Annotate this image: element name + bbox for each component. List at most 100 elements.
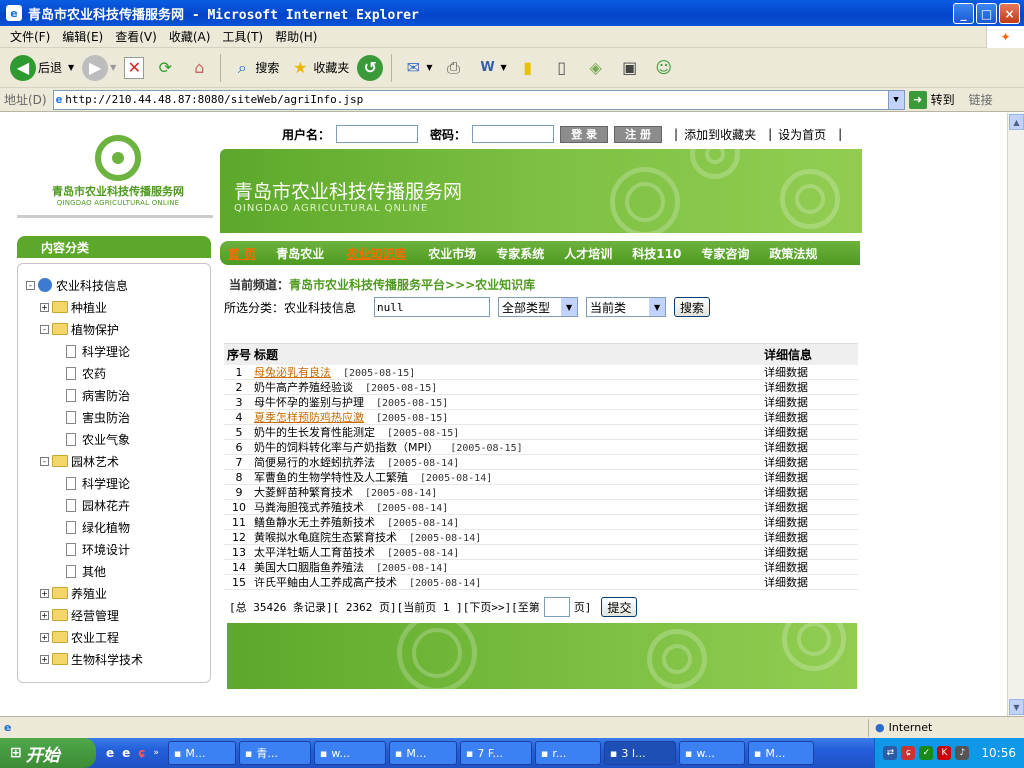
detail-link[interactable]: 详细数据 — [764, 454, 858, 470]
tree-node[interactable]: - 农业科技信息 — [26, 274, 206, 296]
go-button[interactable]: 转到 — [931, 91, 955, 108]
set-homepage-link[interactable]: 设为首页 — [778, 126, 826, 143]
password-input[interactable] — [472, 125, 555, 143]
page-number-input[interactable] — [543, 597, 570, 617]
discuss-button[interactable]: ▮ — [511, 51, 545, 85]
edit-dropdown-icon[interactable]: ▼ — [501, 63, 507, 72]
tree-node[interactable]: - 植物保护 — [26, 318, 206, 340]
article-title-link[interactable]: 太平洋牡蛎人工育苗技术 — [254, 546, 375, 559]
pagination-summary[interactable]: [总 35426 条记录][ 2362 页][当前页 1 ][下页>>][至第 — [229, 599, 540, 615]
tree-node[interactable]: 病害防治 — [26, 384, 206, 406]
tree-node[interactable]: 科学理论 — [26, 472, 206, 494]
nav-item[interactable]: 青岛农业 — [276, 245, 324, 262]
extension-button[interactable]: ▣ — [613, 51, 647, 85]
detail-link[interactable]: 详细数据 — [764, 514, 858, 530]
detail-link[interactable]: 详细数据 — [764, 439, 858, 455]
collapse-icon[interactable]: - — [40, 324, 49, 334]
nav-item[interactable]: 专家系统 — [496, 245, 544, 262]
page-submit-button[interactable]: 提交 — [601, 597, 638, 617]
article-title-link[interactable]: 军曹鱼的生物学特性及人工繁殖 — [254, 471, 408, 484]
mail-button[interactable]: ✉ ▼ — [396, 51, 436, 85]
expand-icon[interactable]: + — [40, 302, 49, 312]
detail-link[interactable]: 详细数据 — [764, 394, 858, 410]
breadcrumb-path[interactable]: 青岛市农业科技传播服务平台>>>农业知识库 — [289, 278, 535, 292]
search-submit-button[interactable]: 搜索 — [674, 297, 711, 317]
expand-icon[interactable]: + — [40, 632, 49, 642]
forward-dropdown-icon[interactable]: ▼ — [110, 63, 116, 72]
detail-link[interactable]: 详细数据 — [764, 424, 858, 440]
tree-node[interactable]: + 生物科学技术 — [26, 648, 206, 670]
taskbar-button[interactable]: ▪ M... — [388, 741, 457, 765]
article-title-link[interactable]: 鳝鱼静水无土养殖新技术 — [254, 516, 375, 529]
stop-button[interactable]: ✕ — [120, 51, 148, 85]
detail-link[interactable]: 详细数据 — [764, 484, 858, 500]
start-button[interactable]: ⊞ 开始 — [0, 738, 96, 768]
taskbar-button[interactable]: ▪ w... — [678, 741, 745, 765]
login-button[interactable]: 登 录 — [560, 125, 609, 143]
tray-security-icon[interactable]: ✓ — [919, 746, 934, 760]
article-title-link[interactable]: 母兔泌乳有良法 — [254, 366, 331, 379]
detail-link[interactable]: 详细数据 — [764, 544, 858, 560]
address-dropdown-icon[interactable]: ▼ — [887, 90, 904, 109]
detail-link[interactable]: 详细数据 — [764, 409, 858, 425]
taskbar-button[interactable]: ▪ 3 I... — [603, 741, 676, 765]
article-title-link[interactable]: 美国大口胭脂鱼养殖法 — [254, 561, 364, 574]
detail-link[interactable]: 详细数据 — [764, 574, 858, 590]
tree-node[interactable]: + 养殖业 — [26, 582, 206, 604]
tree-node[interactable]: 农药 — [26, 362, 206, 384]
taskbar-button[interactable]: ▪ w... — [313, 741, 386, 765]
messenger-button[interactable]: ☺ — [647, 51, 681, 85]
research-button[interactable]: ▯ — [545, 51, 579, 85]
article-title-link[interactable]: 大菱鲆苗种繁育技术 — [254, 486, 353, 499]
nav-item[interactable]: 政策法规 — [769, 245, 817, 262]
nav-item[interactable]: 科技110 — [632, 245, 681, 262]
forward-button[interactable]: ▶ ▼ — [78, 51, 120, 85]
register-button[interactable]: 注 册 — [614, 125, 663, 143]
nav-item[interactable]: 专家咨询 — [701, 245, 749, 262]
expand-icon[interactable]: + — [40, 610, 49, 620]
article-title-link[interactable]: 黄喉拟水龟庭院生态繁育技术 — [254, 531, 397, 544]
article-title-link[interactable]: 马粪海胆筏式养殖技术 — [254, 501, 364, 514]
quicklaunch-app-icon[interactable]: ɕ — [138, 746, 145, 760]
menu-help[interactable]: 帮助(H) — [269, 28, 323, 45]
menu-file[interactable]: 文件(F) — [4, 28, 56, 45]
tree-node[interactable]: 环境设计 — [26, 538, 206, 560]
tree-node[interactable]: 害虫防治 — [26, 406, 206, 428]
expand-icon[interactable]: + — [40, 588, 49, 598]
scroll-up-icon[interactable]: ▲ — [1009, 114, 1024, 130]
taskbar-button[interactable]: ▪ r... — [534, 741, 601, 765]
taskbar-button[interactable]: ▪ 青... — [238, 741, 311, 765]
tree-node[interactable]: + 经营管理 — [26, 604, 206, 626]
tray-volume-icon[interactable]: ♪ — [955, 746, 970, 760]
article-title-link[interactable]: 许氏平鲉由人工养成高产技术 — [254, 576, 397, 589]
back-button[interactable]: ◀ 后退 ▼ — [6, 51, 78, 85]
scroll-down-icon[interactable]: ▼ — [1009, 699, 1024, 715]
nav-item[interactable]: 农业知识库 — [346, 245, 406, 262]
article-title-link[interactable]: 奶牛的饲料转化率与产奶指数（MPI） — [254, 441, 438, 454]
menu-tools[interactable]: 工具(T) — [216, 28, 269, 45]
tree-node[interactable]: 园林花卉 — [26, 494, 206, 516]
search-input[interactable] — [374, 297, 491, 317]
nav-item[interactable]: 农业市场 — [428, 245, 476, 262]
mail-dropdown-icon[interactable]: ▼ — [426, 63, 432, 72]
quicklaunch-expand-icon[interactable]: » — [153, 748, 159, 758]
expand-icon[interactable]: + — [40, 654, 49, 664]
tree-node[interactable]: + 农业工程 — [26, 626, 206, 648]
quicklaunch-ie-icon[interactable]: e — [106, 746, 114, 760]
edit-button[interactable]: W ▼ — [471, 51, 511, 85]
search-button[interactable]: ⌕ 搜索 — [225, 51, 283, 85]
media-button[interactable]: ◈ — [579, 51, 613, 85]
collapse-icon[interactable]: - — [40, 456, 49, 466]
tray-app-icon[interactable]: ɕ — [901, 746, 916, 760]
article-title-link[interactable]: 奶牛的生长发育性能测定 — [254, 426, 375, 439]
detail-link[interactable]: 详细数据 — [764, 469, 858, 485]
site-logo[interactable]: 青岛市农业科技传播服务网 QINGDAO AGRICULTURAL ONLINE — [40, 135, 196, 207]
article-title-link[interactable]: 母牛怀孕的鉴别与护理 — [254, 396, 364, 409]
collapse-icon[interactable]: - — [26, 280, 35, 290]
print-button[interactable]: ⎙ — [437, 51, 471, 85]
add-favorites-link[interactable]: 添加到收藏夹 — [684, 126, 756, 143]
close-button[interactable]: × — [999, 3, 1020, 24]
minimize-button[interactable]: _ — [953, 3, 974, 24]
article-title-link[interactable]: 夏季怎样预防鸡热应激 — [254, 411, 364, 424]
article-title-link[interactable]: 奶牛高产养殖经验谈 — [254, 381, 353, 394]
